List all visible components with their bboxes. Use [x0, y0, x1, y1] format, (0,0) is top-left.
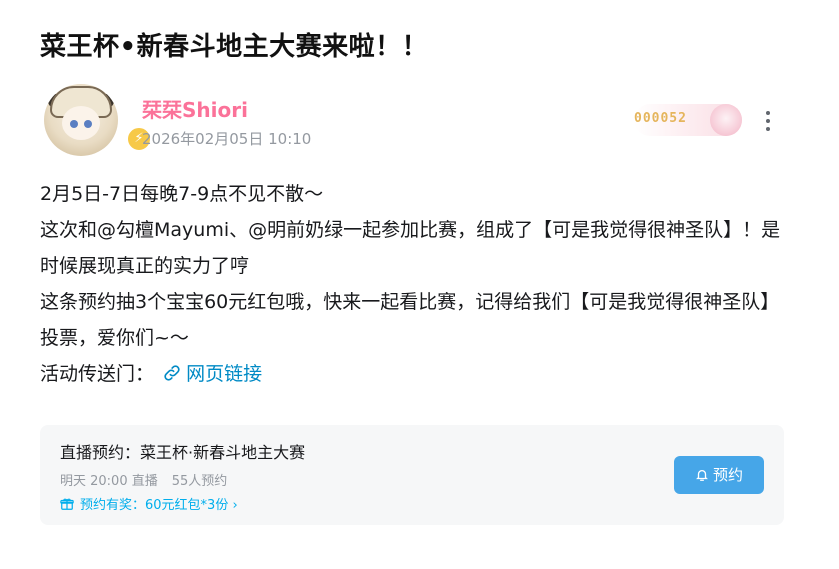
author-header: ⚡ 栞栞Shiori 2026年02月05日 10:10 000052	[40, 84, 800, 164]
reservation-count: 55人预约	[171, 474, 228, 489]
portal-label: 活动传送门：	[40, 363, 155, 385]
gift-icon	[60, 498, 74, 510]
content-line: 2月5日-7日每晚7-9点不见不散～	[40, 183, 324, 205]
avatar-eye	[84, 120, 92, 128]
avatar-eye	[70, 120, 78, 128]
fan-badge-avatar	[710, 104, 742, 136]
more-options-icon[interactable]	[758, 108, 778, 134]
fan-badge[interactable]: 000052	[634, 104, 742, 136]
reservation-title: 直播预约：菜王杯·新春斗地主大赛	[60, 443, 306, 462]
link-text: 网页链接	[186, 363, 263, 385]
post-content: 2月5日-7日每晚7-9点不见不散～ 这次和@勾檀Mayumi、@明前奶绿一起参…	[40, 176, 790, 392]
avatar-face	[62, 106, 100, 140]
username[interactable]: 栞栞Shiori	[142, 94, 248, 123]
reserve-button-label: 预约	[712, 466, 743, 484]
reservation-meta: 明天 20:00 直播 55人预约	[60, 470, 227, 489]
content-line: 这条预约抽3个宝宝60元红包哦，快来一起看比赛，记得给我们【可是我觉得很神圣队】…	[40, 291, 780, 349]
bell-icon	[696, 469, 708, 481]
avatar[interactable]	[44, 84, 118, 156]
fan-badge-number: 000052	[634, 111, 687, 126]
reward-text: 预约有奖：60元红包*3份	[80, 498, 229, 513]
web-link[interactable]: 网页链接	[160, 363, 262, 385]
reservation-time: 明天 20:00 直播	[60, 474, 158, 489]
link-icon	[164, 365, 180, 381]
publish-time: 2026年02月05日 10:10	[142, 130, 312, 148]
activity-portal: 活动传送门： 网页链接	[40, 356, 790, 392]
reserve-button[interactable]: 预约	[674, 456, 764, 494]
reservation-reward[interactable]: 预约有奖：60元红包*3份 ›	[60, 494, 238, 513]
chevron-right-icon: ›	[228, 498, 238, 513]
live-reservation-card[interactable]: 直播预约：菜王杯·新春斗地主大赛 明天 20:00 直播 55人预约 预约有奖：6…	[40, 425, 784, 525]
content-line: 这次和@勾檀Mayumi、@明前奶绿一起参加比赛，组成了【可是我觉得很神圣队】！…	[40, 219, 781, 277]
post-title: 菜王杯•新春斗地主大赛来啦！！	[40, 32, 429, 62]
